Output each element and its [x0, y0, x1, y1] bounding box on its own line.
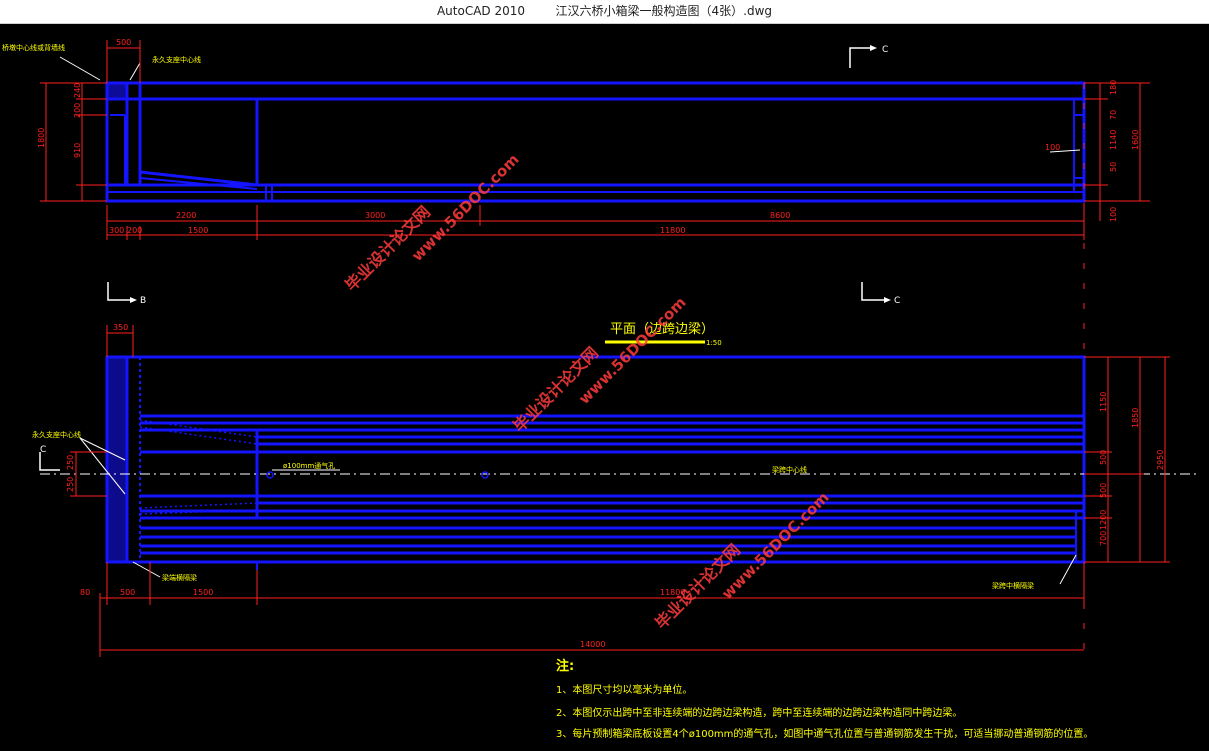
dim-1850: 1850: [1131, 408, 1140, 428]
dim-700: 700: [1099, 531, 1108, 546]
section-c-left-label: C: [40, 445, 46, 455]
section-b-label: B: [140, 296, 146, 306]
dim-300: 300: [109, 226, 124, 235]
dim-80: 80: [80, 588, 90, 597]
elevation-view: [59, 56, 1086, 203]
dim-2950: 2950: [1156, 450, 1165, 470]
label-support-line: 永久支座中心线: [152, 55, 201, 64]
dim-910: 910: [73, 143, 82, 158]
dim-1200: 1200: [1099, 510, 1108, 530]
label-endbeam: 梁端横隔梁: [162, 573, 197, 582]
elevation-labels: 桥墩中心线或背墙线 永久支座中心线: [2, 43, 201, 64]
leader-endbeam: [132, 561, 161, 578]
drawing-canvas[interactable]: 500 1800 910 200 240 180 70 1140 50 100 …: [0, 24, 1209, 747]
note-1: 1、本图尺寸均以毫米为单位。: [556, 683, 692, 696]
watermarks: 毕业设计论文网 www.56DOC.com 毕业设计论文网 www.56DOC.…: [341, 150, 832, 632]
dim-240: 240: [73, 83, 82, 98]
note-3: 3、每片预制箱梁底板设置4个ø100mm的通气孔，如图中通气孔位置与普通钢筋发生…: [556, 727, 1093, 740]
dim-1800: 1800: [37, 128, 46, 148]
vent-hole-1: [266, 471, 274, 479]
dim-11800: 11800: [660, 226, 685, 235]
dim-250b: 250: [66, 477, 75, 492]
dim-3000: 3000: [365, 211, 385, 220]
section-marks-plan: B C C: [39, 282, 900, 471]
dim-1500b: 1500: [193, 588, 213, 597]
file-name: 江汉六桥小箱梁一般构造图（4张）.dwg: [555, 4, 773, 18]
elevation-dim-text: 500 1800 910 200 240 180 70 1140 50 100 …: [37, 38, 1140, 235]
dim-1140: 1140: [1109, 130, 1118, 150]
section-c-label: C: [894, 296, 900, 306]
dim-500-top: 500: [116, 38, 131, 47]
dim-200b: 200: [127, 226, 142, 235]
label-midbeam: 梁跨中横隔梁: [992, 581, 1034, 590]
section-c-top-label: C: [882, 45, 888, 55]
app-name: AutoCAD 2010: [436, 4, 526, 18]
leader-pier: [59, 56, 101, 81]
dim-350: 350: [113, 323, 128, 332]
notes-heading: 注:: [556, 658, 574, 674]
leader-midbeam: [1059, 554, 1077, 585]
dim-70: 70: [1109, 110, 1118, 120]
window-title: AutoCAD 2010 江汉六桥小箱梁一般构造图（4张）.dwg: [0, 0, 1209, 23]
label-pier-line: 桥墩中心线或背墙线: [2, 43, 65, 52]
notes-block: 注: 1、本图尺寸均以毫米为单位。 2、本图仅示出跨中至非连续端的边跨边梁构造，…: [556, 658, 1093, 740]
dim-14000: 14000: [580, 640, 605, 649]
note-2: 2、本图仅示出跨中至非连续端的边跨边梁构造，跨中至连续端的边跨边梁构造同中跨边梁…: [556, 706, 962, 719]
label-plan-support: 永久支座中心线: [32, 430, 81, 439]
label-beam-center: 梁跨中心线: [772, 465, 807, 474]
section-mark-c-top: C: [849, 45, 888, 68]
cad-drawing[interactable]: 500 1800 910 200 240 180 70 1140 50 100 …: [0, 24, 1209, 747]
window-titlebar[interactable]: AutoCAD 2010 江汉六桥小箱梁一般构造图（4张）.dwg: [0, 0, 1209, 24]
plan-rebars: [140, 414, 1084, 555]
dim-500b: 500: [1099, 483, 1108, 498]
dim-1600: 1600: [1131, 130, 1140, 150]
dim-50: 50: [1109, 162, 1118, 172]
dim-250a: 250: [66, 455, 75, 470]
dim-1150: 1150: [1099, 392, 1108, 412]
plan-view: [40, 355, 1200, 585]
elevation-dimensions: [40, 40, 1150, 650]
vent-hole-2: [481, 471, 489, 479]
dim-tag-100: 100: [1045, 143, 1060, 152]
dim-100: 100: [1109, 207, 1118, 222]
dim-1500: 1500: [188, 226, 208, 235]
dim-180: 180: [1109, 80, 1118, 95]
label-vent: ø100mm通气孔: [283, 461, 335, 470]
dim-8600: 8600: [770, 211, 790, 220]
plan-scale-text: 1:50: [706, 339, 722, 347]
plan-flared-bars: [139, 419, 258, 515]
dim-200: 200: [73, 103, 82, 118]
dim-2200: 2200: [176, 211, 196, 220]
leader-support: [129, 62, 141, 81]
dim-500c: 500: [120, 588, 135, 597]
elevation-end-hatch: [107, 83, 127, 99]
dim-500a: 500: [1099, 450, 1108, 465]
